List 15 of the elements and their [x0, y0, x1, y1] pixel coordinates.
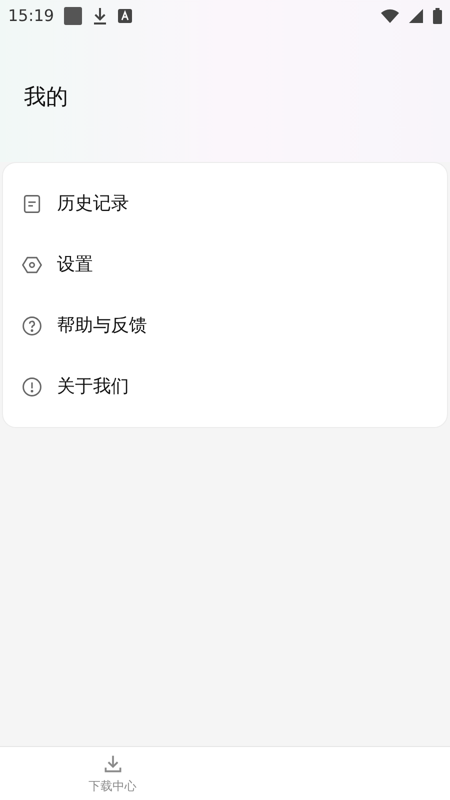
app-icon: [64, 7, 82, 25]
menu-item[interactable]: 关于我们: [3, 356, 447, 417]
help-icon: [21, 314, 43, 336]
wifi-icon: [381, 9, 399, 23]
document-icon: [21, 192, 43, 214]
signal-icon: [409, 9, 423, 23]
download-icon: [92, 7, 108, 25]
info-icon: [21, 376, 43, 398]
status-time: 15:19: [8, 5, 54, 27]
menu-item[interactable]: 设置: [3, 234, 447, 295]
menu-item[interactable]: 帮助与反馈: [3, 295, 447, 356]
battery-icon: [433, 8, 442, 24]
page-title: 我的: [24, 84, 68, 112]
menu-item[interactable]: 历史记录: [3, 173, 447, 234]
app-icon: [118, 9, 132, 23]
